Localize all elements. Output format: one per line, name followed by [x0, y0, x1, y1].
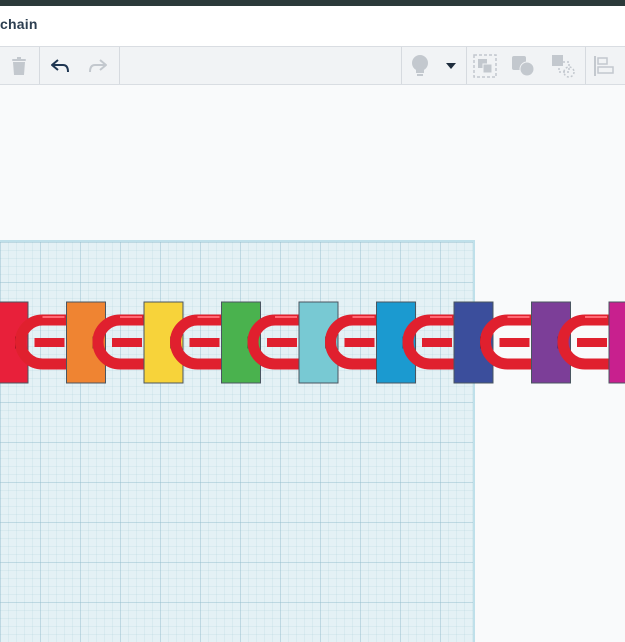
notes-button[interactable]	[402, 47, 438, 84]
workspace-canvas[interactable]	[0, 85, 625, 642]
caret-down-icon	[446, 62, 456, 69]
ungroup-icon	[512, 55, 535, 76]
align-button[interactable]	[586, 47, 622, 84]
color-block-9[interactable]	[608, 301, 625, 384]
toolbar	[0, 47, 625, 85]
group-icon	[473, 53, 497, 78]
group-button[interactable]	[467, 47, 503, 84]
align-icon	[594, 55, 614, 76]
hole-icon	[552, 54, 575, 78]
hole-button[interactable]	[545, 47, 581, 84]
redo-icon	[89, 58, 107, 72]
design-title[interactable]: chain	[0, 16, 38, 32]
toolbar-separator	[39, 47, 40, 84]
undo-button[interactable]	[42, 47, 78, 84]
undo-icon	[51, 58, 69, 72]
ungroup-button[interactable]	[505, 47, 541, 84]
toolbar-separator	[119, 47, 120, 84]
rainbow-chain-model[interactable]	[0, 300, 625, 385]
trash-icon	[12, 56, 26, 75]
delete-button[interactable]	[1, 47, 37, 84]
lightbulb-icon	[412, 54, 428, 76]
redo-button[interactable]	[80, 47, 116, 84]
title-bar: chain	[0, 6, 625, 47]
notes-menu-button[interactable]	[436, 47, 466, 84]
